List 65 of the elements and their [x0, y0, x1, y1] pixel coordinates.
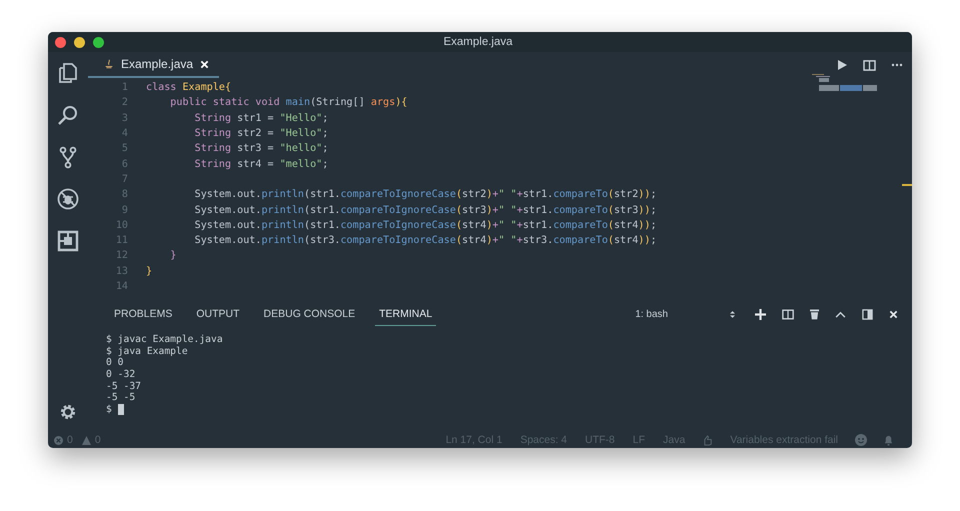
panel-layout-icon[interactable] — [862, 308, 873, 320]
split-editor-icon[interactable] — [863, 60, 876, 70]
terminal-line: 0 -32 — [106, 369, 136, 381]
line-number: 6 — [120, 158, 129, 170]
terminal-select[interactable]: 1: bash — [635, 308, 735, 320]
warning-icon — [82, 436, 91, 444]
files-icon[interactable] — [56, 61, 80, 85]
search-icon[interactable] — [56, 103, 80, 127]
chevron-up-icon[interactable] — [835, 310, 846, 318]
code-line: } — [146, 266, 152, 277]
code-line: class Example{ — [146, 82, 232, 94]
close-window-button[interactable] — [55, 36, 66, 48]
code-line: } — [169, 250, 176, 262]
minimize-window-button[interactable] — [74, 36, 85, 48]
code-line: System.out.println(str1.compareToIgnoreCase(str2)+" "+str1.compareTo(str2)); — [194, 189, 657, 200]
no-bug-icon[interactable] — [56, 187, 80, 211]
java-file-icon — [104, 59, 114, 69]
plus-icon[interactable] — [755, 308, 766, 320]
line-number: 9 — [120, 204, 129, 216]
terminal-prompt: $ — [106, 404, 112, 416]
split-terminal-icon[interactable] — [782, 308, 794, 320]
terminal[interactable]: $ javac Example.java $ java Example 0 0 0 -32 -5 -37 -5 -5 $ — [88, 328, 912, 416]
panel-tab[interactable]: TERMINAL — [375, 302, 436, 326]
code-line: System.out.println(str1.compareToIgnoreCase(str3)+" "+str1.compareTo(str3)); — [194, 204, 657, 216]
terminal-line: -5 -37 — [106, 380, 142, 392]
terminal-line: $ javac Example.java — [106, 334, 224, 346]
line-number: 4 — [120, 128, 129, 140]
line-number: 7 — [120, 174, 129, 185]
line-number: 10 — [114, 220, 129, 231]
line-number: 11 — [114, 235, 129, 246]
code-line: System.out.println(str3.compareToIgnoreCase(str4)+" "+str3.compareTo(str4)); — [194, 235, 657, 246]
terminal-line: $ java Example — [106, 346, 189, 358]
trash-icon[interactable] — [810, 308, 819, 320]
close-icon[interactable] — [889, 310, 898, 318]
code-line: System.out.println(str1.compareToIgnoreCase(str4)+" "+str1.compareTo(str4)); — [194, 220, 657, 231]
more-icon[interactable] — [891, 63, 903, 67]
minimap-drawing — [810, 74, 880, 94]
line-number: 12 — [114, 250, 129, 262]
line-number: 13 — [114, 266, 129, 277]
code-line: String str3 = "hello"; — [194, 143, 328, 154]
run-icon[interactable] — [836, 59, 848, 71]
panel-tab[interactable]: OUTPUT — [192, 302, 244, 326]
overview-ruler-mark — [902, 184, 912, 186]
error-icon — [54, 436, 63, 444]
line-number: 1 — [120, 82, 129, 94]
settings-icon[interactable] — [58, 402, 78, 422]
line-number: 8 — [120, 189, 129, 200]
code-line: public static void main(String[] args){ — [169, 97, 408, 108]
line-number: 14 — [114, 281, 129, 292]
panel-tab[interactable]: PROBLEMS — [110, 302, 176, 326]
terminal-line: 0 0 — [106, 357, 124, 370]
code-line: String str2 = "Hello"; — [194, 128, 328, 140]
code-line: String str4 = "mello"; — [194, 158, 328, 170]
terminal-line: -5 -5 — [106, 392, 136, 404]
code-line: String str1 = "Hello"; — [194, 112, 328, 124]
window-title: Example.java — [442, 36, 514, 48]
line-number: 2 — [120, 97, 129, 108]
line-number: 5 — [120, 143, 129, 154]
terminal-cursor — [118, 404, 124, 416]
extensions-icon[interactable] — [56, 229, 80, 253]
line-number: 3 — [120, 112, 129, 124]
panel-tab[interactable]: DEBUG CONSOLE — [260, 302, 360, 326]
up-down-icon — [730, 310, 735, 318]
zoom-window-button[interactable] — [93, 36, 104, 48]
editor-tab[interactable]: Example.java — [88, 52, 220, 78]
